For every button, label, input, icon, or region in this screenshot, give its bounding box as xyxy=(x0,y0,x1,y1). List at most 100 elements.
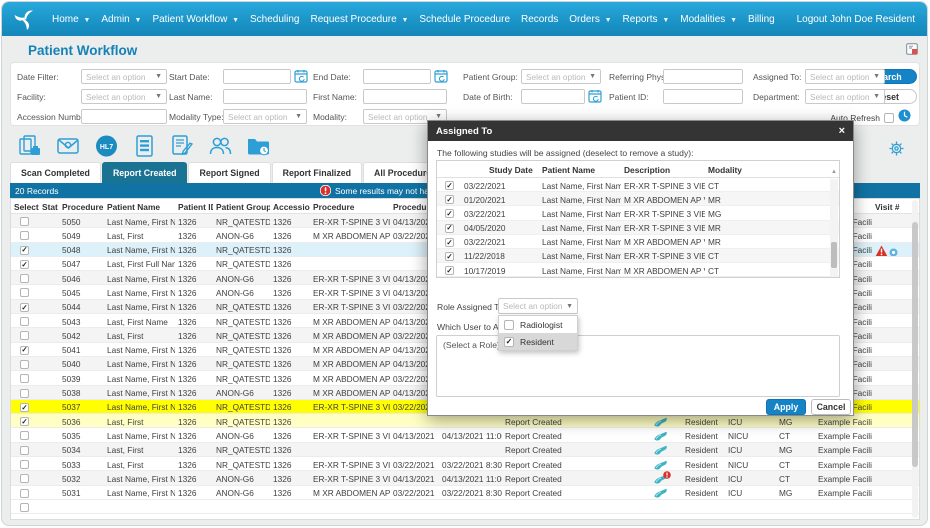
print-queue-icon[interactable] xyxy=(18,134,43,158)
tab-report-finalized[interactable]: Report Finalized xyxy=(272,162,362,183)
report-stamp-icon[interactable] xyxy=(653,449,668,456)
logout-link[interactable]: Logout John Doe Resident xyxy=(797,14,915,25)
last-name-input[interactable] xyxy=(223,89,307,104)
scroll-up-icon[interactable]: ▲ xyxy=(830,169,838,175)
calendar-icon[interactable] xyxy=(294,69,308,83)
study-checkbox[interactable] xyxy=(445,209,454,218)
role-option-checkbox[interactable] xyxy=(504,337,514,347)
row-checkbox[interactable] xyxy=(20,317,29,326)
table-row[interactable]: 5034Last, First1326NR_QATESTDEV1326Repor… xyxy=(11,443,919,457)
auto-refresh-checkbox[interactable] xyxy=(884,113,894,123)
row-checkbox[interactable] xyxy=(20,503,29,512)
accession-number-input[interactable] xyxy=(81,109,167,124)
row-checkbox[interactable] xyxy=(20,360,29,369)
scrollbar-thumb[interactable] xyxy=(912,222,918,467)
row-checkbox[interactable] xyxy=(20,288,29,297)
referring-physician-input[interactable] xyxy=(663,69,743,84)
nav-item-request-procedure[interactable]: Request Procedure ▼ xyxy=(311,14,409,25)
row-checkbox[interactable] xyxy=(20,274,29,283)
calendar-icon[interactable] xyxy=(588,89,602,103)
mail-icon[interactable] xyxy=(56,134,81,158)
study-row[interactable]: 11/22/2018Last Name, First NameER-XR T-S… xyxy=(437,249,839,263)
table-row[interactable]: 5033Last, First1326NR_QATESTDEV1326ER-XR… xyxy=(11,457,919,471)
role-option-checkbox[interactable] xyxy=(504,320,514,330)
nav-item-orders[interactable]: Orders ▼ xyxy=(569,14,611,25)
row-checkbox[interactable] xyxy=(20,474,29,483)
study-checkbox[interactable] xyxy=(445,238,454,247)
nav-item-patient-workflow[interactable]: Patient Workflow ▼ xyxy=(152,14,239,25)
row-checkbox[interactable] xyxy=(20,303,29,312)
study-checkbox[interactable] xyxy=(445,266,454,275)
row-checkbox[interactable] xyxy=(20,417,29,426)
cancel-button[interactable]: Cancel xyxy=(811,399,851,415)
modal-list-scrollbar[interactable]: ▲ ▼ xyxy=(830,179,838,277)
warning-triangle-icon[interactable] xyxy=(875,249,888,256)
row-checkbox[interactable] xyxy=(20,460,29,469)
role-select[interactable]: Select an option ▼ xyxy=(498,298,578,314)
table-row[interactable]: 5031Last Name, First Name1326ANON-G61326… xyxy=(11,486,919,500)
nav-item-home[interactable]: Home ▼ xyxy=(52,14,90,25)
nav-item-reports[interactable]: Reports ▼ xyxy=(623,14,670,25)
report-stamp-icon[interactable] xyxy=(653,421,668,428)
nav-item-modalities[interactable]: Modalities ▼ xyxy=(680,14,737,25)
tab-scan-completed[interactable]: Scan Completed xyxy=(10,162,101,183)
hl7-icon[interactable]: HL7 xyxy=(94,134,119,158)
study-checkbox[interactable] xyxy=(445,181,454,190)
refresh-clock-icon[interactable] xyxy=(898,109,911,127)
row-checkbox[interactable] xyxy=(20,346,29,355)
eye-badge-icon[interactable] xyxy=(889,249,898,256)
modal-scrollbar-thumb[interactable] xyxy=(831,242,837,268)
folder-history-icon[interactable] xyxy=(246,134,271,158)
study-checkbox[interactable] xyxy=(445,195,454,204)
nav-item-scheduling[interactable]: Scheduling xyxy=(250,14,299,25)
study-row[interactable]: 10/17/2019Last Name, First NameM XR ABDO… xyxy=(437,263,839,277)
patient-id-input[interactable] xyxy=(663,89,743,104)
export-icon[interactable] xyxy=(906,42,918,54)
row-checkbox[interactable] xyxy=(20,331,29,340)
calendar-icon[interactable] xyxy=(434,69,448,83)
assigned-to-select[interactable]: Select an option▼ xyxy=(805,69,885,84)
report-stamp-icon[interactable] xyxy=(653,492,668,499)
row-checkbox[interactable] xyxy=(20,431,29,440)
end-date-input[interactable] xyxy=(363,69,431,84)
row-checkbox[interactable] xyxy=(20,389,29,398)
report-edit-icon[interactable] xyxy=(170,134,195,158)
study-row[interactable]: 03/22/2021Last Name, First NameM XR ABDO… xyxy=(437,235,839,249)
study-row[interactable]: 03/22/2021Last Name, First NameER-XR T-S… xyxy=(437,178,839,192)
nav-item-billing[interactable]: Billing xyxy=(748,14,775,25)
role-option-resident[interactable]: Resident xyxy=(499,333,577,350)
row-checkbox[interactable] xyxy=(20,246,29,255)
nav-item-records[interactable]: Records xyxy=(521,14,558,25)
document-list-icon[interactable] xyxy=(132,134,157,158)
table-vertical-scrollbar[interactable] xyxy=(912,200,918,518)
study-row[interactable]: 01/20/2021Last Name, First NameM XR ABDO… xyxy=(437,192,839,206)
modality-type-select[interactable]: Select an option▼ xyxy=(223,109,307,124)
row-checkbox[interactable] xyxy=(20,489,29,498)
table-row[interactable]: 5035Last Name, First Name1326ANON-G61326… xyxy=(11,428,919,442)
gear-icon[interactable] xyxy=(888,140,905,157)
table-row[interactable]: 5036Last, First1326NR_QATESTDEV1326Repor… xyxy=(11,414,919,428)
row-checkbox[interactable] xyxy=(20,374,29,383)
close-icon[interactable]: × xyxy=(839,126,845,137)
start-date-input[interactable] xyxy=(223,69,291,84)
patient-group-select[interactable]: Select an option▼ xyxy=(521,69,601,84)
apply-button[interactable]: Apply xyxy=(766,399,806,415)
row-checkbox[interactable] xyxy=(20,403,29,412)
row-checkbox[interactable] xyxy=(20,217,29,226)
nav-item-schedule-procedure[interactable]: Schedule Procedure xyxy=(419,14,510,25)
tab-report-signed[interactable]: Report Signed xyxy=(188,162,270,183)
row-checkbox[interactable] xyxy=(20,231,29,240)
study-row[interactable]: 04/05/2020Last Name, First NameER-XR T-S… xyxy=(437,221,839,235)
nav-item-admin[interactable]: Admin ▼ xyxy=(101,14,141,25)
study-checkbox[interactable] xyxy=(445,252,454,261)
user-assign-box[interactable]: (Select a Role) xyxy=(436,335,840,397)
facility-select[interactable]: Select an option▼ xyxy=(81,89,167,104)
report-stamp-icon[interactable] xyxy=(653,464,668,471)
tab-report-created[interactable]: Report Created xyxy=(102,162,188,183)
report-stamp-icon[interactable] xyxy=(653,435,668,442)
role-option-radiologist[interactable]: Radiologist xyxy=(499,316,577,333)
first-name-input[interactable] xyxy=(363,89,447,104)
study-row[interactable]: 03/22/2021Last Name, First NameER-XR T-S… xyxy=(437,206,839,220)
users-icon[interactable] xyxy=(208,134,233,158)
row-checkbox[interactable] xyxy=(20,260,29,269)
